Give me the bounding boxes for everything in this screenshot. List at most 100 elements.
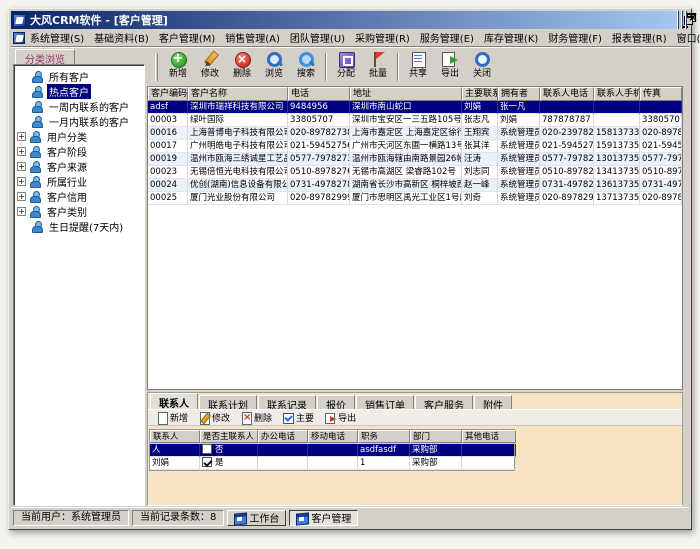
column-header[interactable]: 其他电话 (462, 430, 516, 443)
share-button[interactable]: 共享 (402, 50, 434, 83)
column-header[interactable]: 部门 (410, 430, 462, 443)
detail-edit-small-button[interactable]: 修改 (194, 410, 234, 425)
menu-item[interactable]: 团队管理(U) (285, 29, 350, 46)
column-header[interactable]: 电话 (288, 87, 350, 101)
expand-icon[interactable]: + (17, 177, 26, 186)
close-button[interactable] (685, 9, 687, 31)
tree-item[interactable]: + 客户信用 (14, 189, 144, 204)
sidebar-tab-category-browse[interactable]: 分类浏览 (15, 49, 75, 66)
batch-button[interactable]: 批量 (362, 50, 394, 83)
checkbox-icon[interactable] (202, 444, 212, 454)
export-button[interactable]: 导出 (434, 50, 466, 83)
child-window-icon[interactable] (13, 31, 25, 44)
table-row[interactable]: 00024优创(湖南)信息设备有限公司0731-49782788湖南省长沙市高新… (148, 179, 682, 192)
checkbox-icon[interactable] (202, 457, 212, 467)
table-cell: 00016 (148, 127, 188, 140)
tree-item[interactable]: 生日提醒(7天内) (14, 219, 144, 234)
menu-item[interactable]: 销售管理(A) (220, 29, 285, 46)
tree-item[interactable]: + 客户类别 (14, 204, 144, 219)
table-cell: 0510-89782767 (288, 166, 350, 179)
column-header[interactable]: 传真 (640, 87, 682, 101)
table-cell (540, 101, 594, 114)
column-header[interactable]: 地址 (350, 87, 462, 101)
table-cell: 021-59452756- (540, 140, 594, 153)
table-row[interactable]: 刘娟 是 1 采购部 (150, 457, 516, 470)
detail-tab[interactable]: 销售订单 (356, 395, 414, 412)
table-row[interactable]: 00016 上海普博电子科技有限公司 020-89782738 上海市嘉定区 上海嘉定… (148, 127, 682, 140)
tree-item[interactable]: 所有客户 (14, 69, 144, 84)
tree-item[interactable]: 热点客户 (14, 84, 144, 99)
toolbar-button-label: 删除 (232, 69, 251, 79)
column-header[interactable]: 联系人电话 (540, 87, 594, 101)
expand-icon[interactable]: + (17, 192, 26, 201)
edit-button[interactable]: 修改 (194, 50, 226, 83)
taskbar-button[interactable]: 工作台 (227, 509, 287, 526)
detail-delete-small-button[interactable]: 删除 (236, 410, 276, 425)
tree-item[interactable]: + 所属行业 (14, 174, 144, 189)
tree-item[interactable]: + 客户来源 (14, 159, 144, 174)
status-current-user: 当前用户：系统管理员 (13, 509, 129, 526)
tree-item[interactable]: + 用户分类 (14, 129, 144, 144)
minimize-button[interactable] (677, 9, 679, 31)
delete-button[interactable]: 删除 (226, 50, 258, 83)
column-header[interactable]: 职务 (358, 430, 410, 443)
browse-button[interactable]: 浏览 (258, 50, 290, 83)
search-button[interactable]: 搜索 (290, 50, 322, 83)
column-header[interactable]: 联系人 (150, 430, 200, 443)
menu-item[interactable]: 财务管理(F) (543, 29, 607, 46)
table-row[interactable]: 00023无锡倍恒光电科技有限公司0510-89782767无锡市高湖区 梁睿路… (148, 166, 682, 179)
column-header[interactable]: 客户名称 (188, 87, 288, 101)
restore-button[interactable] (681, 9, 683, 31)
detail-tab[interactable]: 报价 (317, 395, 355, 412)
tree-item-label: 用户分类 (47, 133, 87, 144)
table-cell: 0731-49782789 (640, 179, 682, 192)
menu-item[interactable]: 基础资料(B) (89, 29, 154, 46)
detail-button-label: 新增 (170, 414, 189, 424)
column-header[interactable]: 客户编码 (148, 87, 188, 101)
add-button[interactable]: 新增 (162, 50, 194, 83)
column-header[interactable]: 是否主联系人 (200, 430, 258, 443)
expand-icon[interactable]: + (17, 132, 26, 141)
table-row[interactable]: 00025 厦门光业股份有限公司 020-89782999 厦门市思明区禹光工业区1号… (148, 192, 682, 205)
tree-item-label: 所属行业 (47, 178, 87, 189)
detail-tab[interactable]: 联系人 (150, 393, 198, 410)
menu-item[interactable]: 服务管理(E) (415, 29, 479, 46)
table-row[interactable]: adsf 深圳市瑞祥科技有限公司 9484956 深圳市南山蛇口 刘娟 张一凡 (148, 101, 682, 114)
detail-tab[interactable]: 联系记录 (258, 395, 316, 412)
detail-export-small-button[interactable]: 导出 (320, 410, 360, 425)
menu-item[interactable]: 报表管理(R) (607, 29, 672, 46)
assign-button[interactable]: 分配 (330, 50, 362, 83)
table-row[interactable]: 00019温州市瓯海三绣诚星工艺品厂0577-79782734温州市瓯海辖由南路… (148, 153, 682, 166)
detail-tab[interactable]: 联系计划 (199, 395, 257, 412)
detail-tab[interactable]: 客户服务 (415, 395, 473, 412)
menu-item[interactable]: 采购管理(R) (350, 29, 415, 46)
menu-item[interactable]: 库存管理(K) (479, 29, 543, 46)
tree-item[interactable]: 一周内联系的客户 (14, 99, 144, 114)
table-row[interactable]: 00017 广州明皓电子科技有限公司 021-59452756 广州市天河区东圃一横路… (148, 140, 682, 153)
tree-item[interactable]: + 客户阶段 (14, 144, 144, 159)
column-header[interactable]: 办公电话 (258, 430, 308, 443)
contact-table: 联系人 是否主联系人 办公电话 移动电话 职务 部门 其他电话 人否 asdfasdf 采购部刘… (149, 429, 516, 471)
toolbar-grip-icon (155, 52, 158, 81)
column-header[interactable]: 联系人手机 (594, 87, 640, 101)
table-cell: 0577-79782734 (540, 153, 594, 166)
expand-icon[interactable]: + (17, 207, 26, 216)
expand-icon[interactable]: + (17, 162, 26, 171)
column-header[interactable]: 拥有者 (498, 87, 540, 101)
table-row[interactable]: 人 否 asdfasdf 采购部 (150, 444, 516, 457)
detail-tab[interactable]: 附件 (474, 395, 512, 412)
column-header[interactable]: 主要联系人 (462, 87, 498, 101)
table-row[interactable]: 00003 绿叶国际 33805707 深圳市宝安区一三五路105号 张志凡 刘娟 7878… (148, 114, 682, 127)
close-button[interactable]: 关闭 (466, 50, 498, 83)
column-header[interactable]: 移动电话 (308, 430, 358, 443)
tree-item[interactable]: 一月内联系的客户 (14, 114, 144, 129)
taskbar-button[interactable]: 客户管理 (289, 509, 359, 526)
menu-item[interactable]: 系统管理(S) (25, 29, 89, 46)
menu-item[interactable]: 窗口(W) (672, 29, 700, 46)
toolbar-button-label: 修改 (200, 69, 219, 79)
detail-new-doc-button[interactable]: 新增 (152, 410, 192, 425)
table-cell: 厦门市思明区禹光工业区1号厂房 (350, 192, 462, 205)
expand-icon[interactable]: + (17, 147, 26, 156)
menu-item[interactable]: 客户管理(M) (154, 29, 220, 46)
detail-primary-check-button[interactable]: 主要 (278, 410, 318, 425)
